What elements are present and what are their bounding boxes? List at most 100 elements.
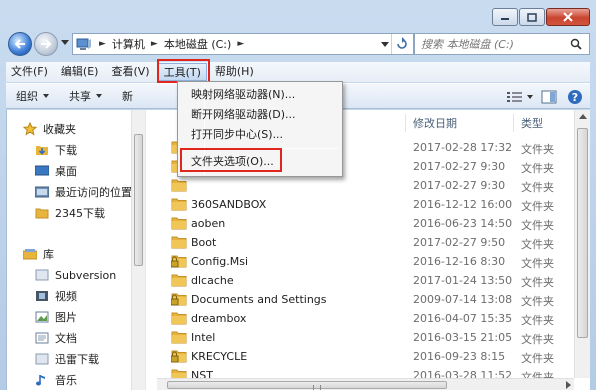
file-row[interactable]: Boot 2017-02-27 9:50 文件夹	[157, 233, 574, 252]
file-type: 文件夹	[521, 162, 554, 175]
file-date: 2017-02-27 9:50	[413, 236, 506, 249]
menu-file[interactable]: 文件(F)	[6, 63, 53, 81]
nav-desktop[interactable]: 桌面	[33, 162, 77, 180]
scrollbar-thumb[interactable]	[167, 381, 447, 390]
search-box[interactable]	[414, 33, 590, 55]
view-list-icon	[507, 92, 522, 102]
column-divider[interactable]	[513, 114, 514, 132]
nav-lib-pictures[interactable]: 图片	[33, 308, 77, 326]
view-dropdown[interactable]	[526, 87, 534, 107]
nav-2345-downloads[interactable]: 2345下载	[33, 204, 105, 222]
back-button[interactable]	[8, 32, 32, 56]
toolbar-right: ?	[500, 86, 586, 108]
help-button[interactable]: ?	[564, 87, 586, 107]
search-icon[interactable]	[565, 38, 587, 50]
file-name: dreambox	[191, 312, 247, 325]
new-folder-label: 新	[122, 90, 133, 103]
arrow-right-icon	[41, 39, 52, 49]
new-folder-button[interactable]: 新	[112, 85, 143, 107]
file-row[interactable]: Documents and Settings 2009-07-14 13:08 文件…	[157, 290, 574, 309]
computer-icon	[73, 34, 95, 54]
scrollbar-thumb[interactable]	[134, 134, 143, 266]
file-row[interactable]: 2017-02-27 9:30 文件夹	[157, 176, 574, 195]
folder-icon	[171, 235, 187, 249]
nav-favorites[interactable]: 收藏夹	[21, 120, 76, 138]
menu-view[interactable]: 查看(V)	[106, 63, 154, 81]
file-type: 文件夹	[521, 238, 554, 251]
explorer-window: ► 计算机 ► 本地磁盘 (C:) ► 文件(F) 编辑(E) 查看(V) 工具…	[0, 0, 596, 390]
nav-lib-videos[interactable]: 视频	[33, 287, 77, 305]
chevron-down-icon	[96, 94, 102, 98]
file-list-vertical-scrollbar[interactable]	[574, 110, 590, 378]
nav-downloads[interactable]: 下载	[33, 141, 77, 159]
music-note-icon	[33, 372, 51, 388]
nav-lib-music[interactable]: 音乐	[33, 371, 77, 389]
file-date: 2017-02-28 17:32	[413, 141, 513, 154]
file-row[interactable]: dreambox 2016-04-07 15:35 文件夹	[157, 309, 574, 328]
file-type: 文件夹	[521, 181, 554, 194]
menu-item-disconnect-network-drive[interactable]: 断开网络驱动器(D)...	[191, 105, 296, 125]
view-options-button[interactable]	[504, 87, 526, 107]
scrollbar-thumb[interactable]	[577, 128, 588, 338]
file-row[interactable]: aoben 2016-06-23 14:50 文件夹	[157, 214, 574, 233]
menu-help[interactable]: 帮助(H)	[210, 63, 259, 81]
picture-icon	[33, 309, 51, 325]
breadcrumb-drive-c[interactable]: 本地磁盘 (C:)	[162, 34, 233, 54]
menu-edit[interactable]: 编辑(E)	[56, 63, 104, 81]
nav-libraries[interactable]: 库	[21, 245, 54, 263]
refresh-icon	[396, 37, 407, 49]
menu-item-open-sync-center[interactable]: 打开同步中心(S)...	[191, 125, 283, 145]
file-name: Boot	[191, 236, 217, 249]
column-header-date[interactable]: 修改日期	[413, 114, 457, 132]
nav-recent-places[interactable]: 最近访问的位置	[33, 183, 132, 201]
file-row[interactable]: Intel 2016-03-15 21:05 文件夹	[157, 328, 574, 347]
file-type: 文件夹	[521, 333, 554, 346]
file-type: 文件夹	[521, 314, 554, 327]
library-icon	[21, 246, 39, 262]
grip-icon	[313, 385, 321, 390]
forward-button[interactable]	[34, 32, 58, 56]
preview-pane-button[interactable]	[538, 87, 560, 107]
close-button[interactable]	[546, 8, 590, 26]
file-row[interactable]: Config.Msi 2016-12-16 8:30 文件夹	[157, 252, 574, 271]
file-row[interactable]: 360SANDBOX 2016-12-12 16:00 文件夹	[157, 195, 574, 214]
address-bar[interactable]: ► 计算机 ► 本地磁盘 (C:) ►	[72, 33, 414, 55]
libraries-label: 库	[43, 248, 54, 261]
column-header-type[interactable]: 类型	[521, 114, 543, 132]
folder-icon	[171, 178, 187, 192]
address-history-dropdown[interactable]	[381, 42, 389, 47]
pane-splitter[interactable]	[145, 110, 155, 390]
scroll-right-icon[interactable]	[566, 381, 571, 389]
navigation-pane: 收藏夹 下载 桌面 最近访问的位置 2345下载 库 Subversion 视频…	[7, 110, 145, 390]
file-type: 文件夹	[521, 295, 554, 308]
file-row[interactable]: dlcache 2017-01-24 13:50 文件夹	[157, 271, 574, 290]
minimize-button[interactable]	[492, 8, 518, 26]
refresh-button[interactable]	[391, 34, 411, 54]
window-controls	[491, 8, 590, 26]
locked-folder-icon	[170, 349, 187, 363]
organize-button[interactable]: 组织	[6, 85, 59, 107]
file-list-horizontal-scrollbar[interactable]	[157, 378, 574, 390]
recent-pages-dropdown[interactable]	[61, 40, 69, 45]
nav-lib-subversion[interactable]: Subversion	[33, 266, 116, 284]
nav-pane-scrollbar[interactable]	[131, 110, 145, 390]
file-row[interactable]: KRECYCLE 2016-09-23 8:15 文件夹	[157, 347, 574, 366]
favorites-label: 收藏夹	[43, 123, 76, 136]
share-button[interactable]: 共享	[59, 85, 112, 107]
preview-pane-icon	[541, 90, 557, 104]
menu-item-map-network-drive[interactable]: 映射网络驱动器(N)...	[191, 85, 295, 105]
file-type: 文件夹	[521, 200, 554, 213]
file-date: 2016-06-23 14:50	[413, 217, 513, 230]
videos-label: 视频	[55, 290, 77, 303]
scroll-up-icon[interactable]	[579, 114, 587, 119]
column-divider[interactable]	[405, 114, 406, 132]
breadcrumb-computer[interactable]: 计算机	[110, 34, 147, 54]
nav-lib-xunlei[interactable]: 迅雷下载	[33, 350, 99, 368]
folder-icon	[171, 330, 187, 344]
maximize-button[interactable]	[519, 8, 545, 26]
search-input[interactable]	[415, 37, 565, 51]
file-date: 2016-12-16 8:30	[413, 255, 506, 268]
file-type: 文件夹	[521, 219, 554, 232]
star-icon	[21, 121, 39, 137]
nav-lib-documents[interactable]: 文档	[33, 329, 77, 347]
